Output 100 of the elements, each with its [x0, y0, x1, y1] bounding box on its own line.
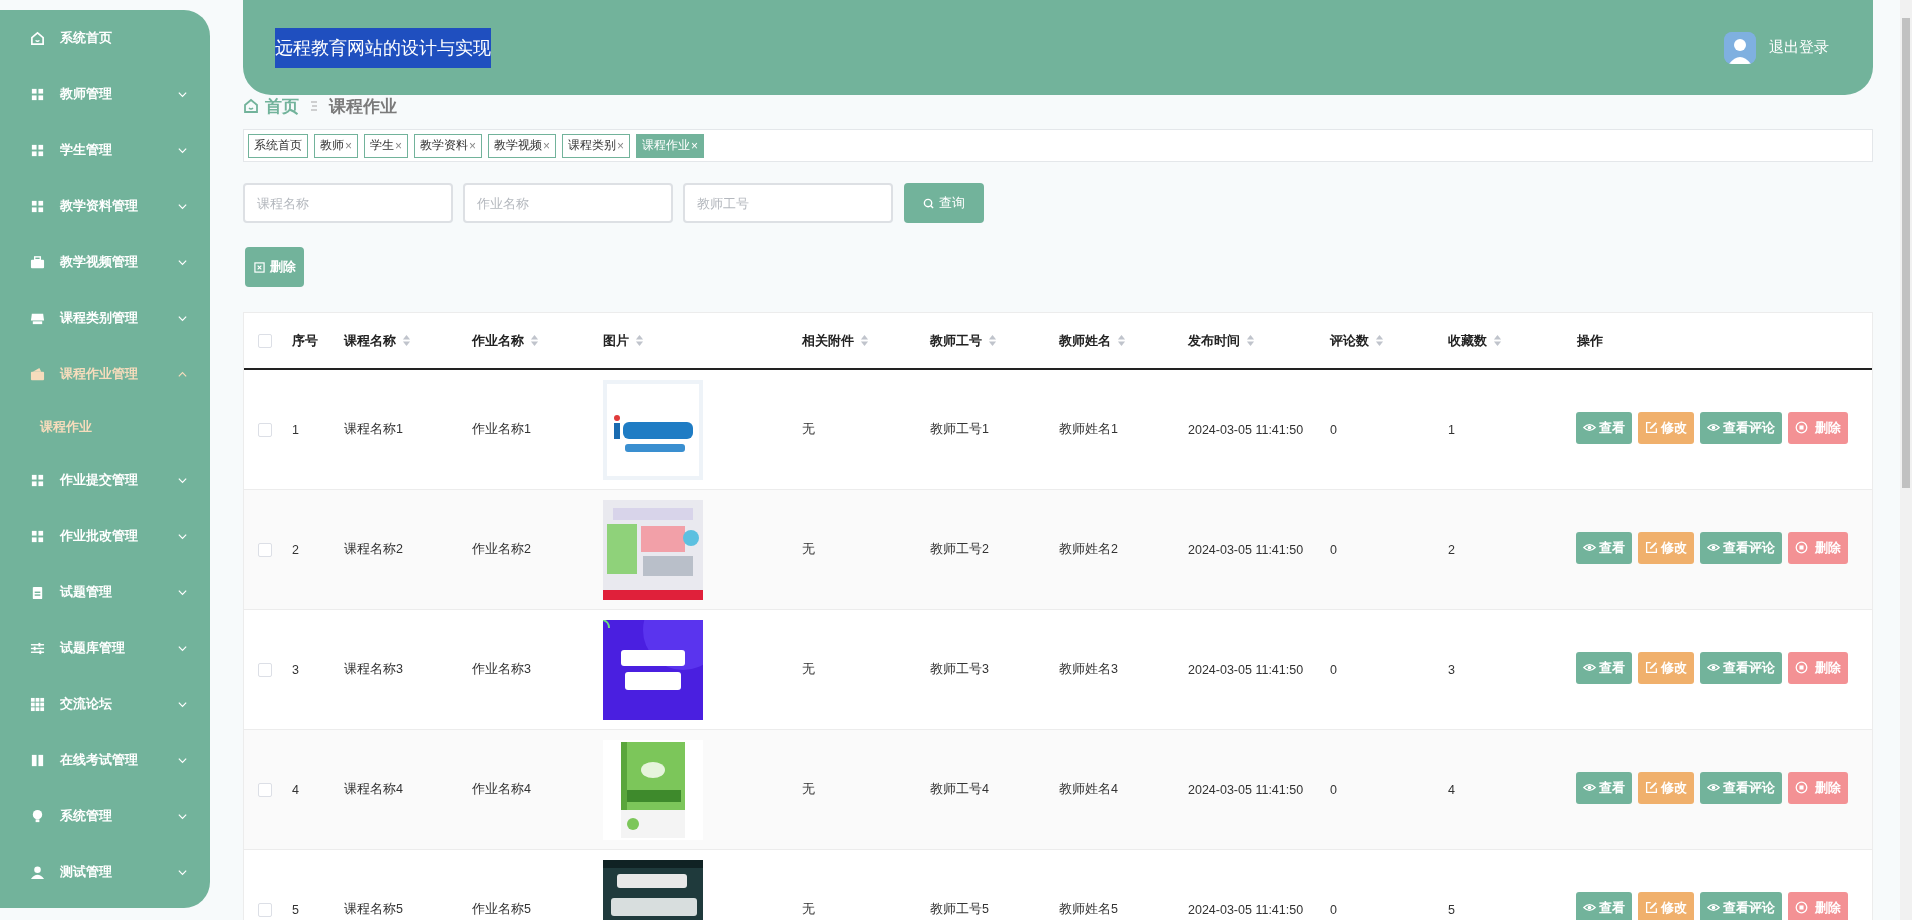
sort-icon[interactable] [1117, 334, 1126, 347]
view-comments-button[interactable]: 查看评论 [1700, 411, 1782, 444]
delete-button[interactable]: 删除 [1788, 411, 1848, 444]
sidebar-item[interactable]: 教学视频管理 [0, 234, 210, 290]
table-cell-text: 教师工号2 [929, 541, 990, 558]
view-comments-button[interactable]: 查看评论 [1700, 531, 1782, 564]
sidebar-item[interactable]: 教学资料管理 [0, 178, 210, 234]
search-field[interactable]: 作业名称 [463, 183, 673, 223]
sort-icon[interactable] [1246, 334, 1255, 347]
wallet-icon [30, 366, 45, 382]
edit-icon [1645, 421, 1658, 434]
view-comments-button[interactable]: 查看评论 [1700, 891, 1782, 920]
table-cell-text: 课程名称1 [343, 421, 404, 438]
search-field[interactable]: 课程名称 [243, 183, 453, 223]
sidebar-item[interactable]: 试题库管理 [0, 620, 210, 676]
eye-icon [1583, 781, 1596, 794]
table-cell-text: 无 [801, 661, 816, 678]
sort-icon[interactable] [988, 334, 997, 347]
edit-icon [1645, 541, 1658, 554]
person-icon [30, 864, 45, 880]
checkbox[interactable] [258, 782, 272, 797]
breadcrumb-link[interactable]: 首页 [265, 94, 299, 118]
sort-icon[interactable] [635, 334, 644, 347]
checkbox[interactable] [258, 542, 272, 557]
separator-icon [309, 100, 319, 112]
sidebar-subitem[interactable]: 课程作业 [0, 402, 210, 452]
edit-button[interactable]: 修改 [1638, 411, 1694, 444]
view-comments-button[interactable]: 查看评论 [1700, 651, 1782, 684]
view-button[interactable]: 查看 [1576, 891, 1632, 920]
sidebar-item[interactable]: 交流论坛 [0, 676, 210, 732]
tab[interactable]: 教师× [314, 133, 358, 158]
column-header: 相关附件 [802, 331, 854, 350]
edit-button[interactable]: 修改 [1638, 891, 1694, 920]
sidebar-item[interactable]: 系统首页 [0, 10, 210, 66]
table-cell-text: 0 [1329, 422, 1338, 437]
view-button[interactable]: 查看 [1576, 651, 1632, 684]
column-header: 课程名称 [344, 331, 396, 350]
view-button[interactable]: 查看 [1576, 531, 1632, 564]
search-icon [923, 197, 934, 209]
checkbox[interactable] [258, 662, 272, 677]
sort-icon[interactable] [530, 334, 539, 347]
table-cell-text: 作业名称2 [471, 541, 532, 558]
tab[interactable]: 系统首页 [248, 133, 308, 158]
sort-icon[interactable] [402, 334, 411, 347]
edit-button[interactable]: 修改 [1638, 771, 1694, 804]
tab[interactable]: 课程作业× [636, 133, 705, 158]
sidebar-item[interactable]: 教师管理 [0, 66, 210, 122]
search-button[interactable]: 查询 [904, 183, 984, 223]
checkbox[interactable] [258, 333, 272, 348]
table-cell-text: 2 [291, 542, 300, 557]
sidebar-item[interactable]: 作业批改管理 [0, 508, 210, 564]
column-header: 收藏数 [1448, 331, 1487, 350]
grid-icon [30, 696, 45, 712]
grid-icon [30, 198, 45, 214]
delete-button[interactable]: 删除 [1788, 531, 1848, 564]
sidebar-item[interactable]: 在线考试管理 [0, 732, 210, 788]
column-header: 发布时间 [1188, 331, 1240, 350]
tab[interactable]: 课程类别× [562, 133, 631, 158]
eye-icon [1707, 661, 1720, 674]
sort-icon[interactable] [1375, 334, 1384, 347]
table-cell-text: 无 [801, 781, 816, 798]
sidebar-item[interactable]: 课程类别管理 [0, 290, 210, 346]
sidebar-item[interactable]: 学生管理 [0, 122, 210, 178]
table-cell-text: 2 [1447, 542, 1456, 557]
table-cell-text: 教师工号4 [929, 781, 990, 798]
sidebar-item[interactable]: 课程作业管理 [0, 346, 210, 402]
checkbox[interactable] [258, 422, 272, 437]
avatar[interactable] [1724, 31, 1756, 64]
view-button[interactable]: 查看 [1576, 411, 1632, 444]
table-cell-text: 无 [801, 901, 816, 918]
table-cell-text: 教师工号1 [929, 421, 990, 438]
edit-button[interactable]: 修改 [1638, 651, 1694, 684]
sort-icon[interactable] [1493, 334, 1502, 347]
column-header: 教师工号 [930, 331, 982, 350]
eye-icon [1583, 901, 1596, 914]
sidebar-item[interactable]: 系统管理 [0, 788, 210, 844]
view-button[interactable]: 查看 [1576, 771, 1632, 804]
sort-icon[interactable] [860, 334, 869, 347]
delete-button[interactable]: 删除 [1788, 651, 1848, 684]
logout-link[interactable]: 退出登录 [1769, 38, 1829, 57]
sidebar-item[interactable]: 试题管理 [0, 564, 210, 620]
table-cell-text: 教师姓名1 [1058, 421, 1119, 438]
scrollbar[interactable] [1900, 0, 1912, 920]
table-cell-text: 4 [291, 782, 300, 797]
edit-button[interactable]: 修改 [1638, 531, 1694, 564]
delete-button[interactable]: 删除 [245, 247, 304, 287]
checkbox[interactable] [258, 902, 272, 917]
tab[interactable]: 教学视频× [488, 133, 557, 158]
search-field[interactable]: 教师工号 [683, 183, 893, 223]
table-cell-text: 作业名称3 [471, 661, 532, 678]
sidebar-item[interactable]: 测试管理 [0, 844, 210, 900]
table-cell-text: 教师工号5 [929, 901, 990, 918]
delete-button[interactable]: 删除 [1788, 891, 1848, 920]
table-cell-text: 无 [801, 541, 816, 558]
sidebar-item[interactable]: 作业提交管理 [0, 452, 210, 508]
tab[interactable]: 学生× [364, 133, 409, 158]
tab[interactable]: 教学资料× [414, 133, 483, 158]
view-comments-button[interactable]: 查看评论 [1700, 771, 1782, 804]
eye-icon [1707, 421, 1720, 434]
delete-button[interactable]: 删除 [1788, 771, 1848, 804]
